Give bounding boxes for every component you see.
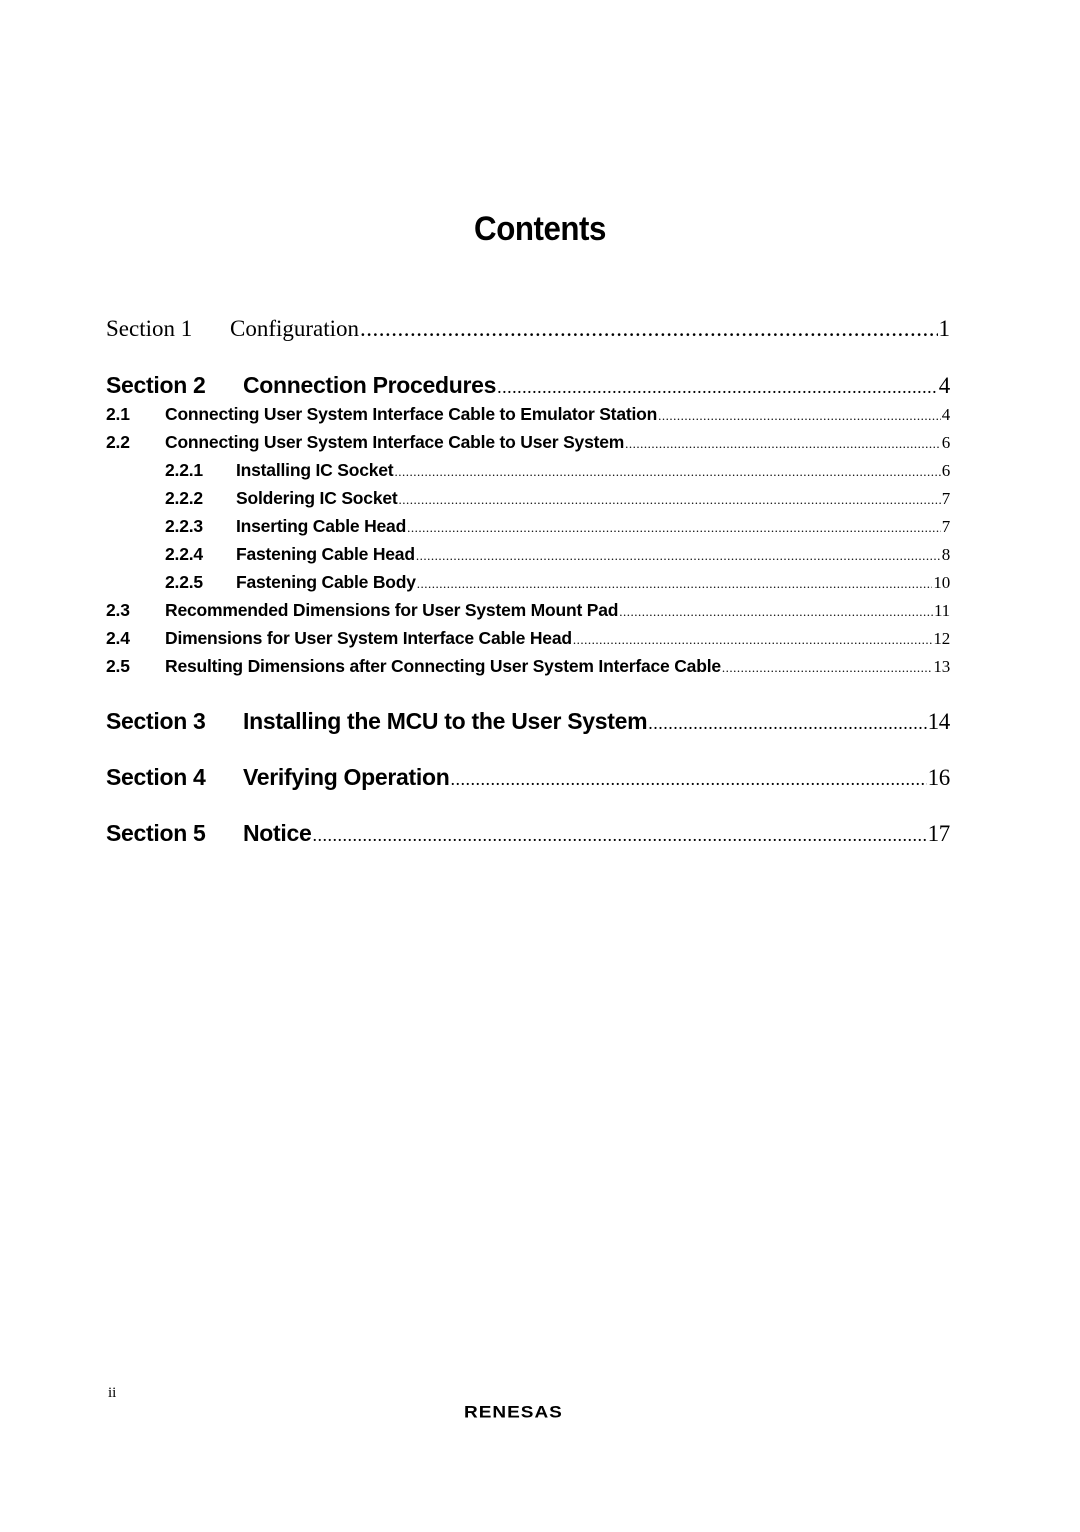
dot-leader <box>313 825 927 846</box>
dot-leader <box>399 492 941 508</box>
toc-entry-2-2[interactable]: 2.2 Connecting User System Interface Cab… <box>106 432 950 453</box>
entry-number: Section 3 <box>106 708 206 734</box>
toc-entry-2-2-3[interactable]: 2.2.3 Inserting Cable Head 7 <box>165 516 950 537</box>
entry-page: 8 <box>941 545 950 564</box>
entry-label: Fastening Cable Head <box>236 544 415 564</box>
entry-label: Notice <box>243 820 312 846</box>
dot-leader <box>722 660 932 676</box>
entry-page: 13 <box>933 657 950 676</box>
toc-entry-2-2-2[interactable]: 2.2.2 Soldering IC Socket 7 <box>165 488 950 509</box>
entry-label: Installing IC Socket <box>236 460 394 480</box>
entry-number: 2.2.3 <box>165 516 203 536</box>
entry-number: 2.2 <box>106 432 130 452</box>
entry-label: Soldering IC Socket <box>236 488 398 508</box>
toc-entry-section-3[interactable]: Section 3 Installing the MCU to the User… <box>106 708 950 735</box>
page-title: Contents <box>474 210 606 248</box>
entry-page: 17 <box>927 821 950 846</box>
toc-entry-2-4[interactable]: 2.4 Dimensions for User System Interface… <box>106 628 950 649</box>
entry-label: Connection Procedures <box>243 372 497 398</box>
entry-number: 2.2.2 <box>165 488 203 508</box>
entry-label: Connecting User System Interface Cable t… <box>165 432 625 452</box>
dot-leader <box>658 408 941 424</box>
dot-leader <box>648 713 926 734</box>
entry-number: 2.4 <box>106 628 130 648</box>
dot-leader <box>416 548 941 564</box>
toc-entry-section-2[interactable]: Section 2 Connection Procedures 4 <box>106 372 950 399</box>
dot-leader <box>573 632 933 648</box>
entry-number: Section 4 <box>106 764 206 790</box>
toc-entry-2-5[interactable]: 2.5 Resulting Dimensions after Connectin… <box>106 656 950 677</box>
entry-page: 12 <box>933 629 950 648</box>
entry-page: 7 <box>941 489 950 508</box>
dot-leader <box>394 464 940 480</box>
entry-page: 1 <box>938 316 951 341</box>
entry-number: 2.2.1 <box>165 460 203 480</box>
toc-entry-section-5[interactable]: Section 5 Notice 17 <box>106 820 950 847</box>
entry-page: 6 <box>941 433 950 452</box>
dot-leader <box>450 769 926 790</box>
entry-label: Installing the MCU to the User System <box>243 708 648 734</box>
entry-label: Inserting Cable Head <box>236 516 407 536</box>
entry-number: 2.5 <box>106 656 130 676</box>
dot-leader <box>360 316 937 342</box>
entry-page: 14 <box>927 709 950 734</box>
entry-label: Dimensions for User System Interface Cab… <box>165 628 572 648</box>
toc-entry-2-2-5[interactable]: 2.2.5 Fastening Cable Body 10 <box>165 572 950 593</box>
entry-page: 16 <box>927 765 950 790</box>
entry-number: Section 5 <box>106 820 206 846</box>
entry-page: 11 <box>934 601 950 620</box>
toc-entry-2-1[interactable]: 2.1 Connecting User System Interface Cab… <box>106 404 950 425</box>
entry-label: Connecting User System Interface Cable t… <box>165 404 658 424</box>
toc-entry-2-2-1[interactable]: 2.2.1 Installing IC Socket 6 <box>165 460 950 481</box>
dot-leader <box>417 576 933 592</box>
entry-number: 2.2.5 <box>165 572 203 592</box>
dot-leader <box>407 520 941 536</box>
entry-number: 2.1 <box>106 404 130 424</box>
entry-number: 2.2.4 <box>165 544 203 564</box>
toc-entry-2-3[interactable]: 2.3 Recommended Dimensions for User Syst… <box>106 600 950 621</box>
renesas-logo: RENESAS <box>464 1403 563 1422</box>
entry-page: 6 <box>941 461 950 480</box>
toc-entry-section-1[interactable]: Section 1 Configuration 1 <box>106 316 950 342</box>
entry-page: 4 <box>941 405 950 424</box>
entry-label: Recommended Dimensions for User System M… <box>165 600 619 620</box>
page-number: ii <box>108 1385 117 1401</box>
dot-leader <box>619 604 933 620</box>
entry-label: Verifying Operation <box>243 764 450 790</box>
dot-leader <box>625 436 941 452</box>
entry-page: 4 <box>938 373 950 398</box>
entry-number: 2.3 <box>106 600 130 620</box>
entry-page: 7 <box>941 517 950 536</box>
dot-leader <box>497 377 938 398</box>
entry-number: Section 2 <box>106 372 206 398</box>
entry-label: Resulting Dimensions after Connecting Us… <box>165 656 721 676</box>
entry-label: Fastening Cable Body <box>236 572 416 592</box>
entry-number: Section 1 <box>106 316 193 341</box>
toc-entry-2-2-4[interactable]: 2.2.4 Fastening Cable Head 8 <box>165 544 950 565</box>
entry-label: Configuration <box>230 316 360 341</box>
entry-page: 10 <box>933 573 950 592</box>
toc-entry-section-4[interactable]: Section 4 Verifying Operation 16 <box>106 764 950 791</box>
